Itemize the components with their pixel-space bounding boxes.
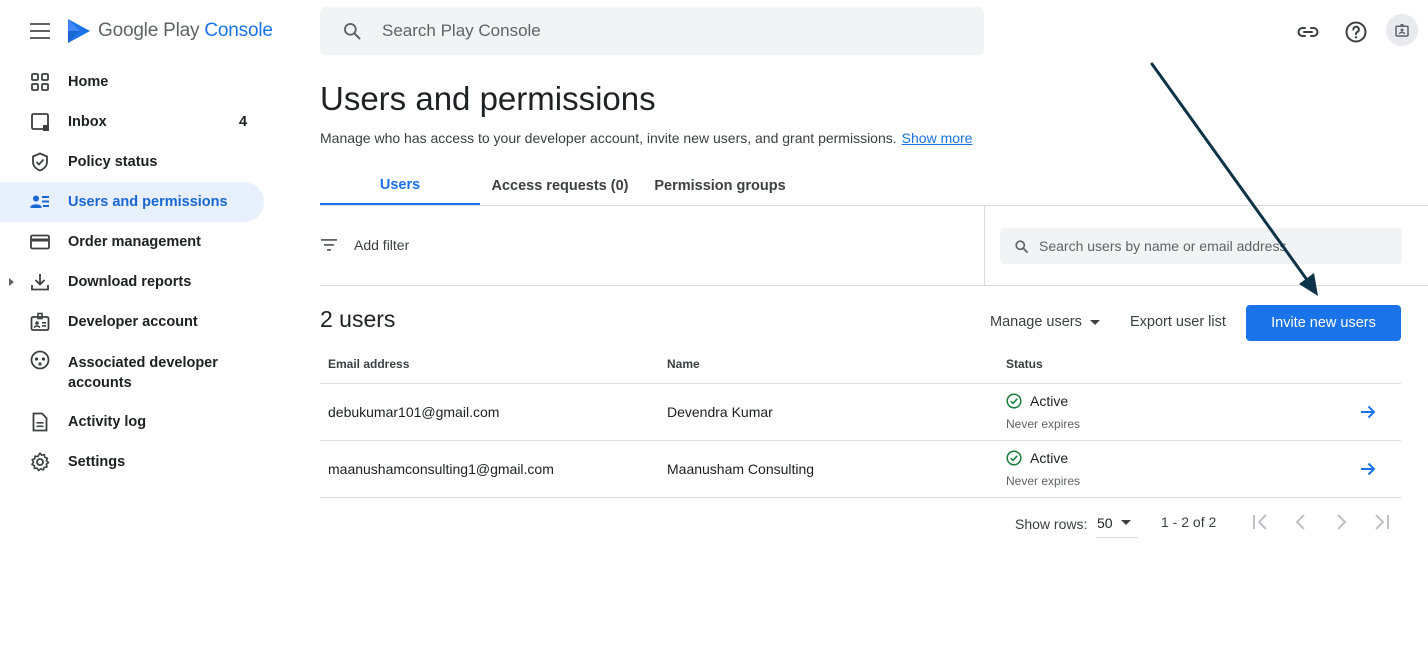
check-circle-icon bbox=[1006, 393, 1022, 409]
search-icon bbox=[344, 23, 361, 40]
credit-card-icon bbox=[30, 234, 50, 250]
arrow-right-icon[interactable] bbox=[1358, 402, 1378, 422]
rows-per-page-select[interactable]: 50 bbox=[1096, 508, 1138, 538]
status-badge: Active bbox=[1006, 450, 1068, 466]
sidebar-item-label: Activity log bbox=[68, 414, 147, 430]
gear-icon bbox=[31, 452, 50, 472]
column-header-name[interactable]: Name bbox=[667, 357, 700, 371]
global-search[interactable] bbox=[320, 7, 984, 55]
sidebar-item-developer-account[interactable]: Developer account bbox=[0, 302, 272, 342]
show-more-link[interactable]: Show more bbox=[902, 130, 973, 146]
next-page-icon[interactable] bbox=[1329, 510, 1353, 534]
first-page-icon[interactable] bbox=[1249, 510, 1273, 534]
page-title: Users and permissions bbox=[320, 80, 656, 117]
check-circle-icon bbox=[1006, 450, 1022, 466]
status-badge: Active bbox=[1006, 393, 1068, 409]
user-name: Maanusham Consulting bbox=[667, 461, 815, 477]
document-icon bbox=[32, 412, 48, 432]
page-description: Manage who has access to your developer … bbox=[320, 130, 973, 146]
sidebar-item-label: Home bbox=[68, 74, 109, 90]
sidebar-item-label: Order management bbox=[68, 234, 201, 250]
sidebar-item-order-management[interactable]: Order management bbox=[0, 222, 272, 262]
user-email: maanushamconsulting1@gmail.com bbox=[328, 461, 554, 477]
sidebar-item-inbox[interactable]: Inbox 4 bbox=[0, 102, 272, 142]
sidebar-item-home[interactable]: Home bbox=[0, 62, 272, 102]
sidebar-item-policy-status[interactable]: Policy status bbox=[0, 142, 272, 182]
sidebar-item-associated-developer-accounts[interactable]: Associated developer accounts bbox=[0, 342, 272, 402]
sidebar-item-label: Policy status bbox=[68, 154, 158, 170]
chevron-down-icon bbox=[1089, 319, 1100, 325]
table-divider bbox=[320, 383, 1401, 384]
status-text: Active bbox=[1030, 393, 1069, 409]
rows-per-page-value: 50 bbox=[1097, 514, 1113, 531]
shield-icon bbox=[32, 152, 48, 172]
add-filter-label: Add filter bbox=[354, 237, 410, 253]
manage-users-label: Manage users bbox=[990, 314, 1082, 330]
sidebar-item-label: Associated developer accounts bbox=[68, 355, 218, 391]
expiry-text: Never expires bbox=[1006, 417, 1081, 431]
sidebar-item-label: Developer account bbox=[68, 314, 198, 330]
expand-caret-icon[interactable] bbox=[9, 278, 14, 286]
linked-accounts-icon bbox=[30, 350, 50, 370]
sidebar-item-activity-log[interactable]: Activity log bbox=[0, 402, 272, 442]
table-divider bbox=[320, 497, 1401, 498]
badge-icon bbox=[30, 312, 50, 331]
account-avatar[interactable] bbox=[1386, 14, 1418, 46]
tab-permission-groups[interactable]: Permission groups bbox=[640, 166, 800, 206]
manage-users-button[interactable]: Manage users bbox=[990, 314, 1100, 330]
tab-users[interactable]: Users bbox=[320, 166, 480, 206]
last-page-icon[interactable] bbox=[1369, 510, 1393, 534]
invite-new-users-button[interactable]: Invite new users bbox=[1246, 305, 1401, 341]
sidebar-item-download-reports[interactable]: Download reports bbox=[0, 262, 272, 302]
user-name: Devendra Kumar bbox=[667, 404, 773, 420]
tab-access-requests[interactable]: Access requests (0) bbox=[480, 166, 640, 206]
table-divider bbox=[320, 440, 1401, 441]
play-logo-icon bbox=[68, 19, 90, 43]
tab-bar: Users Access requests (0) Permission gro… bbox=[320, 166, 800, 206]
inbox-icon bbox=[31, 113, 49, 131]
sidebar-nav: Home Inbox 4 Policy status Users and per… bbox=[0, 62, 272, 482]
menu-icon[interactable] bbox=[30, 23, 50, 39]
sidebar-item-users-and-permissions[interactable]: Users and permissions bbox=[0, 182, 264, 222]
export-user-list-button[interactable]: Export user list bbox=[1130, 314, 1226, 330]
user-search-input[interactable] bbox=[1039, 238, 1389, 254]
sidebar-item-label: Download reports bbox=[68, 274, 192, 290]
user-search[interactable] bbox=[1000, 228, 1402, 264]
chevron-down-icon bbox=[1120, 520, 1131, 525]
column-header-status[interactable]: Status bbox=[1006, 357, 1043, 371]
play-console-logo[interactable]: Google Play Console bbox=[66, 17, 273, 45]
sidebar-item-settings[interactable]: Settings bbox=[0, 442, 272, 482]
pagination-range: 1 - 2 of 2 bbox=[1161, 514, 1217, 530]
download-icon bbox=[31, 274, 49, 291]
developer-account-icon bbox=[1395, 24, 1409, 37]
link-icon[interactable] bbox=[1296, 20, 1320, 44]
add-filter-button[interactable]: Add filter bbox=[320, 236, 409, 254]
expiry-text: Never expires bbox=[1006, 474, 1081, 488]
filter-bar: Add filter bbox=[320, 206, 1428, 286]
sidebar-item-label: Users and permissions bbox=[68, 194, 228, 210]
status-text: Active bbox=[1030, 450, 1069, 466]
inbox-count-badge: 4 bbox=[239, 114, 248, 130]
users-count: 2 users bbox=[320, 306, 396, 332]
sidebar-item-label: Inbox bbox=[68, 114, 107, 130]
users-icon bbox=[30, 195, 49, 208]
user-email: debukumar101@gmail.com bbox=[328, 404, 500, 420]
show-rows-label: Show rows: bbox=[1015, 516, 1088, 532]
search-input[interactable] bbox=[382, 21, 942, 41]
grid-icon bbox=[31, 73, 49, 91]
filter-divider bbox=[984, 206, 985, 286]
logo-text: Google Play Console bbox=[98, 20, 273, 41]
filter-icon bbox=[321, 239, 337, 251]
sidebar-item-label: Settings bbox=[68, 454, 126, 470]
search-icon bbox=[1015, 239, 1028, 253]
previous-page-icon[interactable] bbox=[1289, 510, 1313, 534]
arrow-right-icon[interactable] bbox=[1358, 459, 1378, 479]
help-icon[interactable] bbox=[1344, 20, 1368, 44]
column-header-email[interactable]: Email address bbox=[328, 357, 409, 371]
